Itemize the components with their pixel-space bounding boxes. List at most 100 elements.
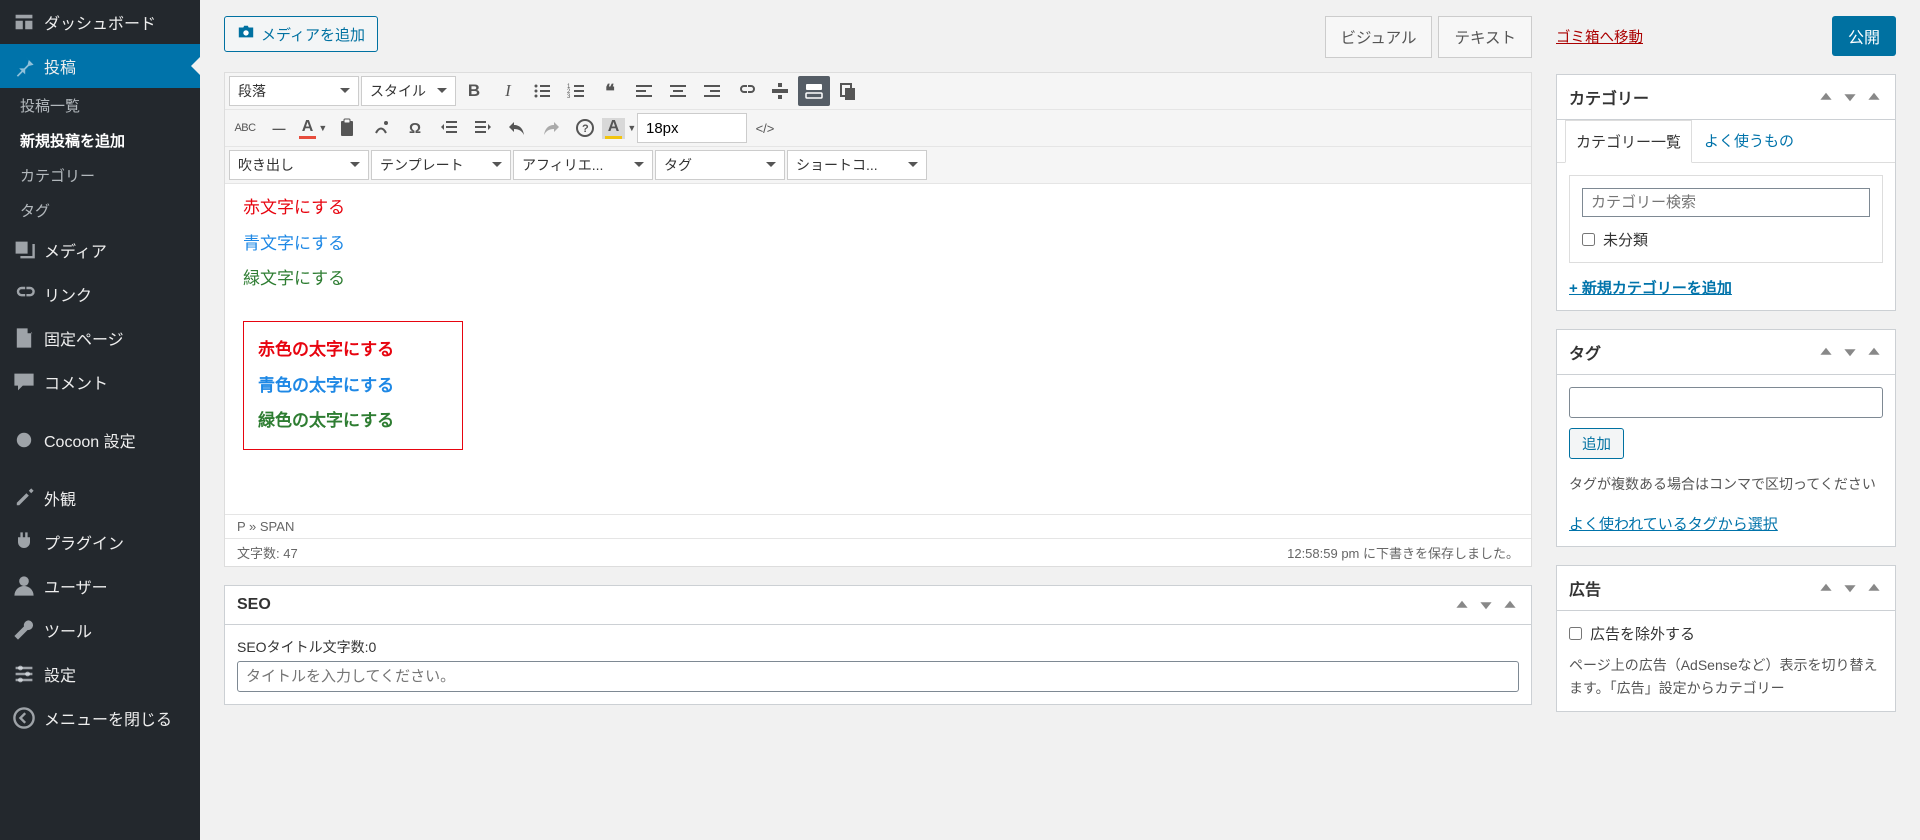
indent-button[interactable]: [467, 113, 499, 143]
sidebar-sub-posts-new[interactable]: 新規投稿を追加: [0, 123, 200, 158]
move-down-icon[interactable]: [1841, 88, 1859, 106]
link-icon: [12, 282, 36, 306]
category-metabox: カテゴリー カテゴリー一覧 よく使うもの: [1556, 74, 1896, 311]
balloon-select[interactable]: 吹き出し: [229, 150, 369, 180]
undo-button[interactable]: [501, 113, 533, 143]
sidebar-item-cocoon[interactable]: Cocoon 設定: [0, 418, 200, 462]
category-search-input[interactable]: [1582, 188, 1870, 217]
move-to-trash-link[interactable]: ゴミ箱へ移動: [1556, 26, 1643, 47]
blockquote-button[interactable]: ❝: [594, 76, 626, 106]
tab-text[interactable]: テキスト: [1438, 16, 1532, 58]
paste-text-button[interactable]: [331, 113, 363, 143]
page-icon: [12, 326, 36, 350]
sidebar-sub-categories[interactable]: カテゴリー: [0, 158, 200, 193]
autosave-status: 12:58:59 pm に下書きを保存しました。: [1287, 543, 1519, 562]
toggle-panel-icon[interactable]: [1501, 596, 1519, 614]
sidebar-item-pages[interactable]: 固定ページ: [0, 316, 200, 360]
outdent-button[interactable]: [433, 113, 465, 143]
sidebar-item-users[interactable]: ユーザー: [0, 564, 200, 608]
highlight-button[interactable]: A▼: [603, 113, 635, 143]
sidebar-item-posts[interactable]: 投稿: [0, 44, 200, 88]
hr-button[interactable]: —: [263, 113, 295, 143]
italic-button[interactable]: I: [492, 76, 524, 106]
add-media-button[interactable]: メディアを追加: [224, 16, 378, 52]
user-icon: [12, 574, 36, 598]
move-up-icon[interactable]: [1817, 343, 1835, 361]
sidebar-item-media[interactable]: メディア: [0, 228, 200, 272]
content-line-green: 緑文字にする: [243, 261, 1513, 297]
tag-metabox: タグ 追加 タグが複数ある場合はコンマで区切ってください よく使われているタグか…: [1556, 329, 1896, 547]
sidebar-label: 投稿: [44, 54, 76, 78]
sidebar-sub-tags[interactable]: タグ: [0, 193, 200, 228]
toolbar-toggle-button[interactable]: [798, 76, 830, 106]
exclude-ads-row[interactable]: 広告を除外する: [1569, 623, 1883, 644]
sidebar-sub-posts-list[interactable]: 投稿一覧: [0, 88, 200, 123]
move-down-icon[interactable]: [1841, 343, 1859, 361]
add-new-category-link[interactable]: + 新規カテゴリーを追加: [1569, 280, 1732, 297]
bold-button[interactable]: B: [458, 76, 490, 106]
category-uncategorized[interactable]: 未分類: [1582, 229, 1870, 250]
align-center-button[interactable]: [662, 76, 694, 106]
move-up-icon[interactable]: [1453, 596, 1471, 614]
uncategorized-checkbox[interactable]: [1582, 233, 1595, 246]
move-up-icon[interactable]: [1817, 88, 1835, 106]
content-line-red: 赤文字にする: [243, 190, 1513, 226]
align-right-button[interactable]: [696, 76, 728, 106]
redo-button[interactable]: [535, 113, 567, 143]
link-button[interactable]: [730, 76, 762, 106]
sidebar-item-appearance[interactable]: 外観: [0, 476, 200, 520]
editor-content-area[interactable]: 赤文字にする 青文字にする 緑文字にする 赤色の太字にする 青色の太字にする 緑…: [225, 184, 1531, 514]
admin-sidebar: ダッシュボード 投稿 投稿一覧 新規投稿を追加 カテゴリー タグ メディア リン…: [0, 0, 200, 840]
brush-icon: [12, 486, 36, 510]
sidebar-item-plugins[interactable]: プラグイン: [0, 520, 200, 564]
sidebar-item-comments[interactable]: コメント: [0, 360, 200, 404]
tab-visual[interactable]: ビジュアル: [1325, 16, 1433, 58]
tag-input[interactable]: [1569, 387, 1883, 418]
source-code-button[interactable]: </>: [749, 113, 781, 143]
shortcode-select[interactable]: ショートコ...: [787, 150, 927, 180]
publish-button[interactable]: 公開: [1832, 16, 1896, 56]
seo-title-input[interactable]: [237, 661, 1519, 692]
wrench-icon: [12, 618, 36, 642]
special-char-button[interactable]: Ω: [399, 113, 431, 143]
format-select[interactable]: 段落: [229, 76, 359, 106]
style-select[interactable]: スタイル: [361, 76, 456, 106]
tag-add-button[interactable]: 追加: [1569, 428, 1624, 459]
ad-heading: 広告: [1569, 576, 1601, 600]
numbered-list-button[interactable]: 123: [560, 76, 592, 106]
seo-metabox: SEO SEOタイトル文字数:0: [224, 585, 1532, 705]
dashboard-icon: [12, 10, 36, 34]
sidebar-label: ダッシュボード: [44, 10, 156, 34]
move-down-icon[interactable]: [1841, 579, 1859, 597]
text-color-button[interactable]: A▼: [297, 113, 329, 143]
sidebar-item-links[interactable]: リンク: [0, 272, 200, 316]
clear-format-button[interactable]: [365, 113, 397, 143]
help-button[interactable]: ?: [569, 113, 601, 143]
font-size-input[interactable]: [637, 113, 747, 143]
cat-tab-frequent[interactable]: よく使うもの: [1694, 120, 1804, 162]
align-left-button[interactable]: [628, 76, 660, 106]
move-down-icon[interactable]: [1477, 596, 1495, 614]
move-up-icon[interactable]: [1817, 579, 1835, 597]
tag-select[interactable]: タグ: [655, 150, 785, 180]
sidebar-item-settings[interactable]: 設定: [0, 652, 200, 696]
strikethrough-button[interactable]: ABC: [229, 113, 261, 143]
sidebar-item-dashboard[interactable]: ダッシュボード: [0, 0, 200, 44]
cat-tab-all[interactable]: カテゴリー一覧: [1565, 120, 1692, 163]
highlighted-box: 赤色の太字にする 青色の太字にする 緑色の太字にする: [243, 321, 463, 450]
copy-button[interactable]: [832, 76, 864, 106]
sliders-icon: [12, 662, 36, 686]
popular-tags-link[interactable]: よく使われているタグから選択: [1569, 516, 1778, 533]
toggle-panel-icon[interactable]: [1865, 579, 1883, 597]
insert-tag-button[interactable]: [764, 76, 796, 106]
toggle-panel-icon[interactable]: [1865, 88, 1883, 106]
sidebar-item-tools[interactable]: ツール: [0, 608, 200, 652]
comment-icon: [12, 370, 36, 394]
bullet-list-button[interactable]: [526, 76, 558, 106]
exclude-ads-checkbox[interactable]: [1569, 627, 1582, 640]
affiliate-select[interactable]: アフィリエ...: [513, 150, 653, 180]
sidebar-collapse[interactable]: メニューを閉じる: [0, 696, 200, 740]
toggle-panel-icon[interactable]: [1865, 343, 1883, 361]
template-select[interactable]: テンプレート: [371, 150, 511, 180]
seo-heading: SEO: [237, 596, 271, 614]
